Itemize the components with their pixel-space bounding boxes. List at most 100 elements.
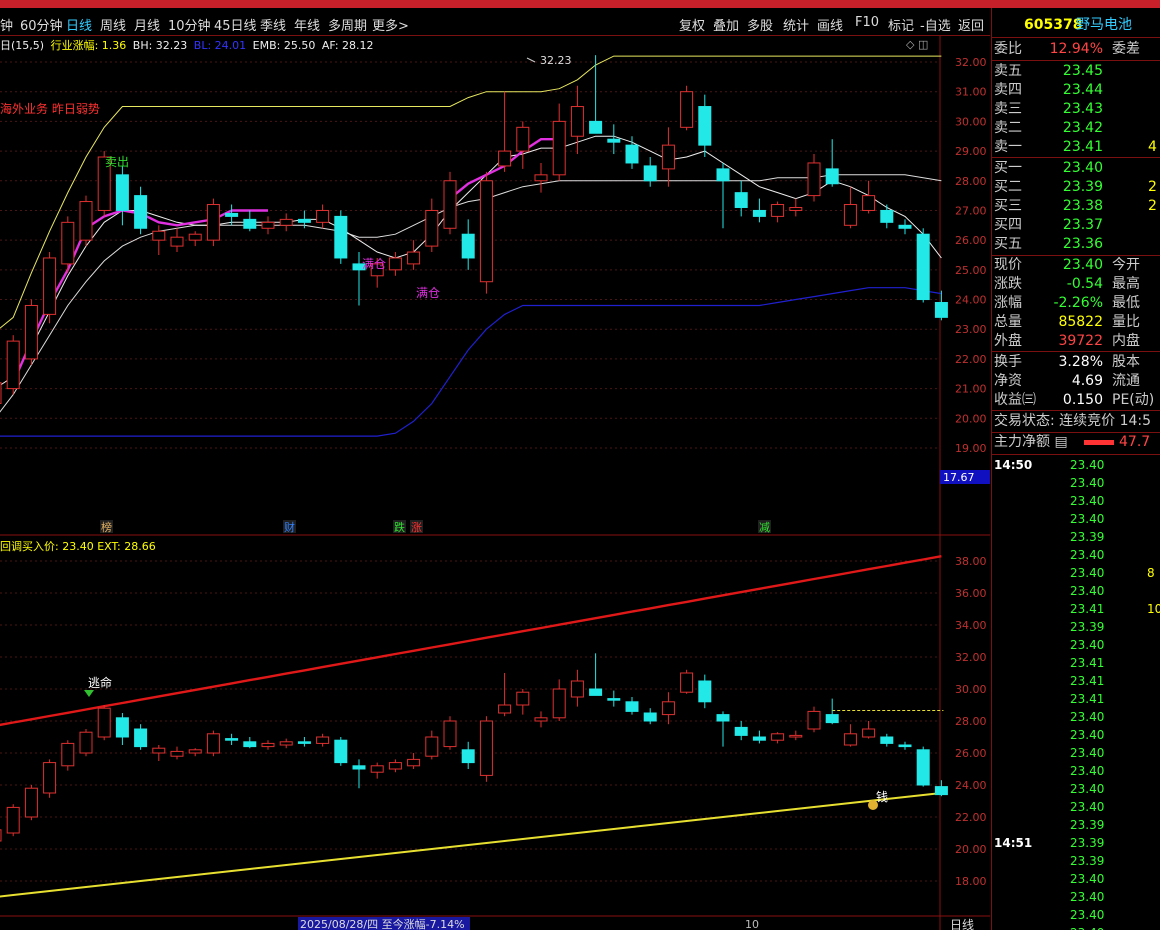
stat-row: 总量 85822 量比 (994, 314, 1140, 330)
tool-button-0[interactable]: 复权 (679, 15, 705, 34)
tool-button-4[interactable]: 画线 (817, 15, 843, 34)
quote-panel: 605378 野马电池 委比 12.94% 委差 卖五 23.45 卖四 23.44 卖三 23.4… (991, 8, 1160, 930)
candle-body-top (898, 224, 912, 229)
candle-body-bottom (661, 701, 675, 716)
axis-tick-top: 30.00 (955, 115, 987, 128)
bottom-header: 回调买入价: 23.40 EXT: 28.66 (0, 540, 156, 553)
candle-body-top (716, 168, 730, 182)
candle-body-bottom (243, 741, 257, 748)
indicator-name: 日(15,5) (0, 39, 45, 52)
period-tab-3[interactable]: 周线 (100, 15, 126, 34)
candle-body-bottom (862, 728, 876, 738)
candle-body-bottom (534, 717, 548, 722)
event-tag: 减 (759, 521, 770, 534)
period-tab-5[interactable]: 10分钟 (168, 15, 211, 34)
axis-tick-bottom: 20.00 (955, 843, 987, 856)
stock-name: 野马电池 (1076, 17, 1132, 33)
tool-button-5[interactable]: F10 (855, 15, 879, 30)
ma-short-line (0, 135, 942, 386)
tool-button-1[interactable]: 叠加 (713, 15, 739, 34)
bl-value: BL: 24.01 (193, 39, 247, 52)
candle-body-top (680, 91, 694, 128)
candle-body-bottom (261, 742, 275, 748)
stat-row: 现价 23.40 今开 (994, 257, 1140, 273)
tick-row: 23.40 (1070, 800, 1105, 814)
axis-tick-bottom: 32.00 (955, 651, 987, 664)
candle-body-bottom (279, 741, 293, 746)
candle-body-top (807, 162, 821, 197)
candle-body-top (552, 120, 566, 176)
candle-body-top (880, 209, 894, 223)
date-label: 2025/08/28/四 至今涨幅-7.14% (300, 917, 465, 930)
kline-chart[interactable]: 32.00 31.00 30.00 29.00 28.00 27.00 26.00 25.00… (0, 36, 990, 930)
divider (992, 351, 1160, 352)
period-tab-0[interactable]: 钟 (0, 15, 13, 34)
axis-tick-top: 20.00 (955, 412, 987, 425)
axis-tick-top: 31.00 (955, 86, 987, 99)
stock-title: 605378 野马电池 (992, 16, 1160, 35)
candle-body-top (43, 257, 57, 315)
candle-body-bottom (407, 758, 421, 767)
tick-row: 23.40 (1070, 548, 1105, 562)
period-tab-2[interactable]: 日线 (66, 15, 92, 34)
candle-body-top (316, 209, 330, 223)
bid-row: 买五 23.36 (994, 236, 1103, 252)
indicator-header: 日(15,5) 行业涨幅: 1.36 BH: 32.23 BL: 24.01 E… (0, 37, 374, 53)
candle-body-bottom (934, 786, 948, 796)
candle-body-bottom (880, 736, 894, 744)
candle-body-bottom (134, 728, 148, 748)
period-tab-7[interactable]: 季线 (260, 15, 286, 34)
candle-body-top (916, 233, 930, 301)
period-tab-6[interactable]: 45日线 (214, 15, 257, 34)
tool-button-2[interactable]: 多股 (747, 15, 773, 34)
tick-row: 23.40 (1070, 746, 1105, 760)
ask-row: 卖二 23.42 (994, 120, 1103, 136)
axis-tick-top: 21.00 (955, 383, 987, 396)
period-tab-1[interactable]: 60分钟 (20, 15, 63, 34)
ask-row: 卖五 23.45 (994, 63, 1103, 79)
axis-tick-bottom: 28.00 (955, 715, 987, 728)
period-toolbar: 钟 60分钟 日线 周线 月线 10分钟 45日线 季线 年线 多周期 更多> 复权 叠加 多股 统计 画线 F… (0, 8, 990, 36)
tick-row: 23.41 (1070, 692, 1105, 706)
candle-body-bottom (316, 736, 330, 744)
period-tab-9[interactable]: 多周期 (328, 15, 367, 34)
stat2-row: 收益㈢ 0.150 PE(动) (994, 392, 1155, 408)
tick-row: 23.40 (1070, 584, 1105, 598)
period-tab-8[interactable]: 年线 (294, 15, 320, 34)
stat-row: 外盘 39722 内盘 (994, 333, 1140, 349)
candle-body-bottom (61, 742, 75, 767)
tool-button-7[interactable]: -自选 (920, 15, 951, 34)
event-tag: 跌 (394, 520, 405, 534)
tick-row: 23.40 (1070, 782, 1105, 796)
tool-button-6[interactable]: 标记 (888, 15, 914, 34)
period-tab-10[interactable]: 更多> (372, 15, 409, 34)
top-menu-bar (0, 0, 1160, 8)
tool-button-3[interactable]: 统计 (783, 15, 809, 34)
candle-body-top (589, 120, 603, 134)
candle-body-top (862, 195, 876, 211)
candle-body-top (0, 382, 2, 404)
candle-body-bottom (771, 733, 785, 741)
tick-row: 14:51 23.39 (994, 836, 1105, 850)
trade-state-row: 交易状态: 连续竞价 14:5 (994, 413, 1152, 429)
axis-tick-top: 32.00 (955, 56, 987, 69)
candle-body-bottom (188, 749, 202, 754)
candle-body-top (698, 106, 712, 146)
period-tab-4[interactable]: 月线 (134, 15, 160, 34)
candle-body-top (152, 230, 166, 241)
af-value: AF: 28.12 (321, 39, 374, 52)
candle-body-top (261, 221, 275, 229)
candle-body-top (24, 304, 38, 360)
news-annotation: 海外业务 昨日弱势 (0, 101, 100, 116)
candle-body-bottom (825, 714, 839, 724)
ask-row: 卖四 23.44 (994, 82, 1103, 98)
sell-signal-label: 卖出 (105, 155, 129, 169)
divider (992, 37, 1160, 38)
candle-body-top (206, 204, 220, 241)
candle-body-bottom (698, 680, 712, 703)
candle-body-bottom (206, 733, 220, 754)
tool-button-8[interactable]: 返回 (958, 15, 984, 34)
axis-tick-top: 23.00 (955, 323, 987, 336)
money-label: 钱 (876, 789, 888, 804)
panel-controls[interactable]: ◇ ◫ (906, 38, 928, 51)
